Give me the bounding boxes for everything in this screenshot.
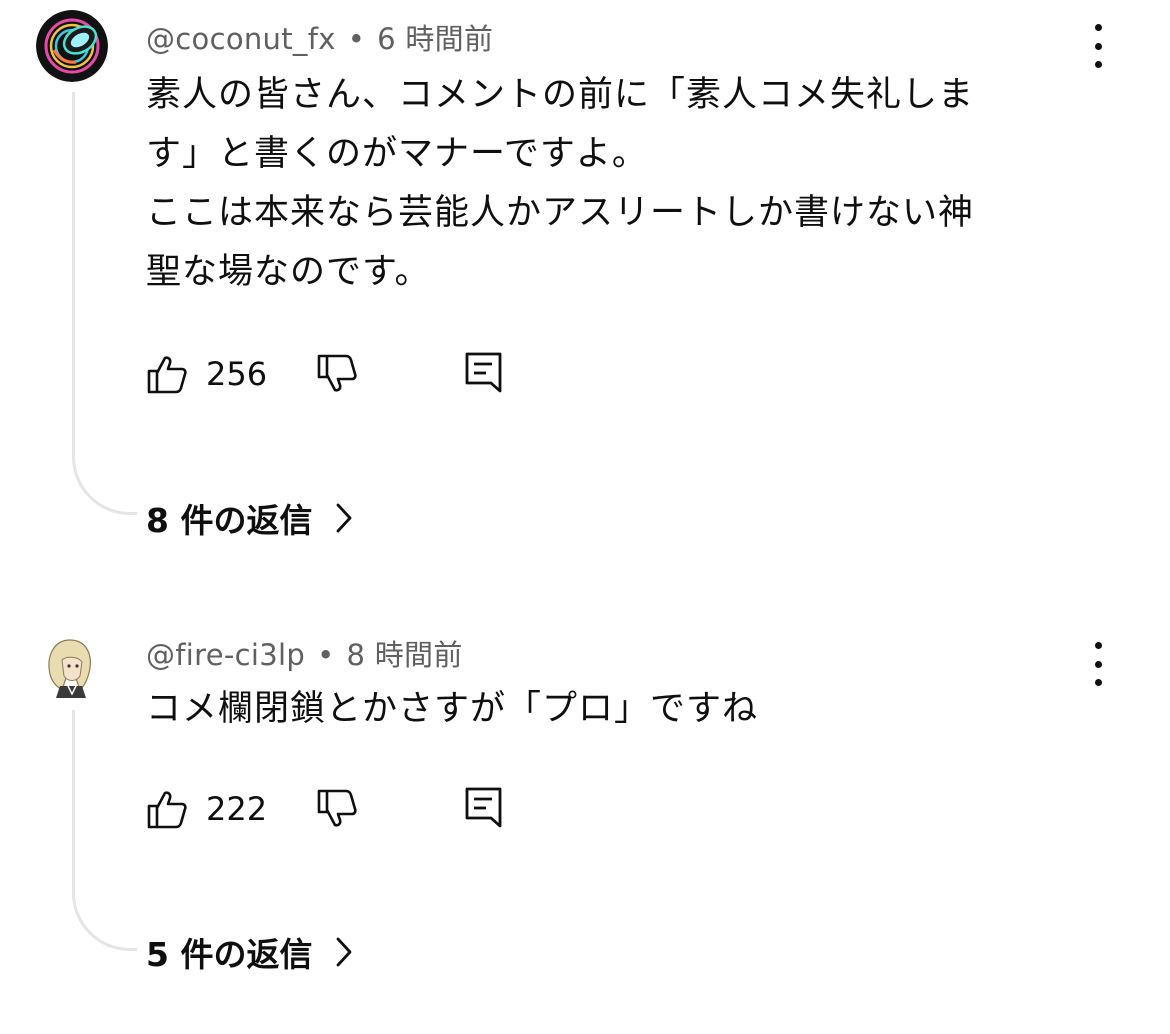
comment-actions: 222 [146,784,504,834]
thumbs-down-icon [317,789,357,827]
comment-text-line: す」と書くのがマナーですよ。 [146,134,648,174]
thumbs-down-icon [317,354,357,392]
avatar[interactable] [36,630,108,702]
comment-time: 8 時間前 [346,638,463,672]
more-vertical-icon [1094,24,1102,31]
more-options-button[interactable] [1080,642,1116,686]
comment-text-line: 素人の皆さん、コメントの前に「素人コメ失礼しま [146,75,975,115]
meta-separator: • [347,22,366,56]
chevron-right-icon [334,501,354,535]
thumbs-up-icon [147,356,187,394]
avatar[interactable] [36,10,108,82]
chevron-right-icon [334,935,354,969]
replies-label: 8 件の返信 [146,501,313,540]
reply-comment-icon [465,787,502,828]
comment-item: @fire-ci3lp • 8 時間前 コメ欄閉鎖とかさすが「プロ」ですね 222 [0,600,1170,1034]
reply-comment-icon [465,352,502,393]
comment-text-line: コメ欄閉鎖とかさすが「プロ」ですね [146,689,759,729]
reply-button[interactable] [464,351,504,397]
comment-meta: @fire-ci3lp • 8 時間前 [146,632,463,674]
reply-button[interactable] [464,786,504,832]
comment-actions: 256 [146,349,504,399]
more-options-button[interactable] [1080,24,1116,68]
comment-meta: @coconut_fx • 6 時間前 [146,16,493,58]
view-replies-button[interactable]: 8 件の返信 [146,494,354,542]
like-count: 222 [206,790,268,828]
author-handle[interactable]: @coconut_fx [146,22,336,56]
comment-text-line: 聖な場なのです。 [146,252,431,292]
view-replies-button[interactable]: 5 件の返信 [146,928,354,976]
more-vertical-icon [1094,642,1102,649]
comment-item: @coconut_fx • 6 時間前 素人の皆さん、コメントの前に「素人コメ失礼し… [0,0,1170,560]
comment-text: 素人の皆さん、コメントの前に「素人コメ失礼しま す」と書くのがマナーですよ。 こ… [146,66,1066,302]
thread-line [72,92,137,515]
like-button[interactable]: 222 [146,788,292,830]
dislike-button[interactable] [316,353,358,395]
replies-label: 5 件の返信 [146,935,313,974]
meta-separator: • [317,638,335,672]
like-button[interactable]: 256 [146,353,292,395]
comment-text-line: ここは本来なら芸能人かアスリートしか書けない神 [146,193,975,233]
thumbs-up-icon [147,791,187,829]
like-count: 256 [206,355,268,393]
author-handle[interactable]: @fire-ci3lp [146,638,305,672]
thread-line [72,710,137,951]
comment-time: 6 時間前 [377,22,494,56]
comment-text: コメ欄閉鎖とかさすが「プロ」ですね [146,680,1066,739]
dislike-button[interactable] [316,788,358,830]
